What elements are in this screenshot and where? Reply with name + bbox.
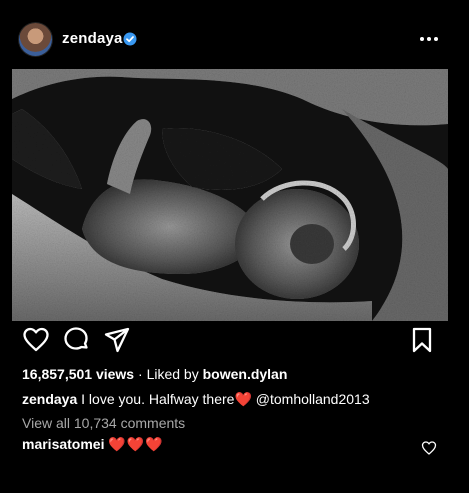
- caption-heart-emoji: ❤️: [234, 391, 252, 407]
- view-all-comments-link[interactable]: View all 10,734 comments: [22, 415, 185, 431]
- comment-icon[interactable]: [62, 326, 90, 354]
- comment-row: marisatomei ❤️❤️❤️: [22, 436, 164, 453]
- caption-text: I love you. Halfway there: [81, 391, 235, 407]
- liked-by-label: Liked by: [146, 366, 199, 382]
- ultrasound-image: [12, 69, 448, 321]
- post-header: zendaya: [0, 0, 469, 72]
- comment-text: ❤️❤️❤️: [108, 436, 164, 452]
- caption-username[interactable]: zendaya: [22, 391, 77, 407]
- post-username[interactable]: zendaya: [62, 30, 123, 47]
- separator: ·: [138, 366, 143, 382]
- avatar[interactable]: [19, 23, 52, 56]
- likes-row: 16,857,501 views · Liked by bowen.dylan: [22, 366, 287, 382]
- send-icon[interactable]: [103, 326, 131, 354]
- caption-mention[interactable]: @tomholland2013: [256, 391, 370, 407]
- liked-by-user[interactable]: bowen.dylan: [203, 366, 288, 382]
- bookmark-icon[interactable]: [408, 326, 436, 354]
- post-actions: [0, 326, 469, 358]
- view-count[interactable]: 16,857,501 views: [22, 366, 134, 382]
- more-options-icon[interactable]: [417, 30, 441, 48]
- heart-icon[interactable]: [22, 326, 50, 354]
- post-image-ultrasound[interactable]: [12, 69, 448, 321]
- caption: zendaya I love you. Halfway there❤️ @tom…: [22, 391, 370, 408]
- comment-username[interactable]: marisatomei: [22, 436, 104, 452]
- verified-badge-icon: [123, 32, 137, 46]
- comment-like-heart-icon[interactable]: [421, 440, 437, 456]
